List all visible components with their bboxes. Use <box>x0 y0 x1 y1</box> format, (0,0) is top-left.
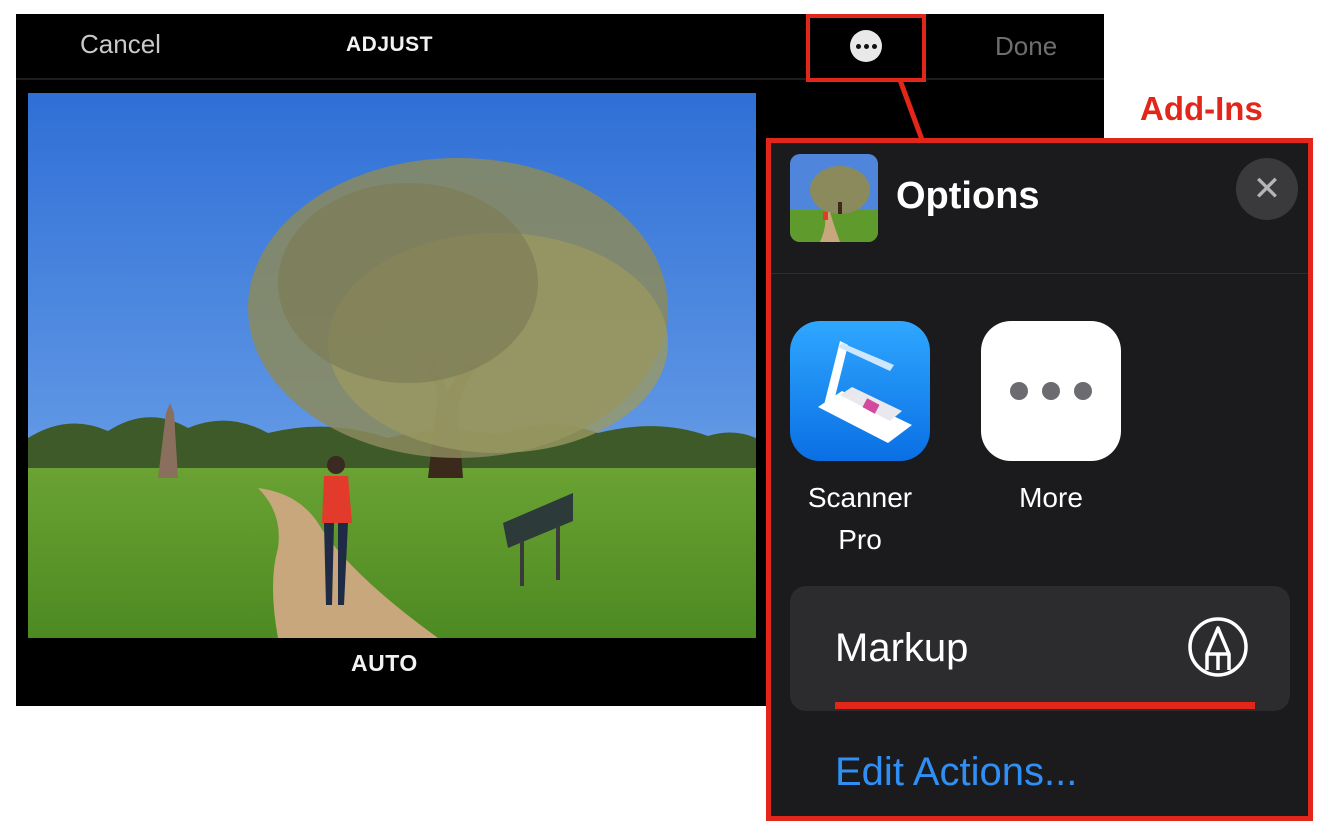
dot <box>1010 382 1028 400</box>
dot <box>1042 382 1060 400</box>
photo-thumbnail <box>790 154 878 242</box>
scanner-pro-icon[interactable] <box>790 321 930 461</box>
adjust-mode-title: ADJUST <box>346 33 434 56</box>
edited-photo <box>28 93 756 638</box>
editor-toolbar: Cancel ADJUST Done <box>16 14 1104 80</box>
options-sheet: Options ✕ Scanner Pro More Markup Edit A… <box>766 138 1313 821</box>
done-button[interactable]: Done <box>995 31 1057 62</box>
markup-underline <box>835 702 1255 709</box>
photo-image <box>28 93 756 638</box>
add-ins-callout-label: Add-Ins <box>1140 90 1263 127</box>
markup-action[interactable]: Markup <box>790 586 1290 711</box>
close-icon[interactable]: ✕ <box>1236 158 1298 220</box>
cancel-button[interactable]: Cancel <box>80 29 161 60</box>
scanner-glyph <box>818 341 912 443</box>
dot <box>1074 382 1092 400</box>
markup-pen-icon <box>1188 617 1248 677</box>
edit-actions-link[interactable]: Edit Actions... <box>835 750 1077 795</box>
auto-enhance-label[interactable]: AUTO <box>351 650 418 677</box>
options-title: Options <box>896 175 1040 217</box>
options-header: Options ✕ <box>771 143 1308 274</box>
app-label-scanner-pro: Scanner Pro <box>807 482 913 555</box>
app-label-more: More <box>1019 482 1083 513</box>
markup-label: Markup <box>835 626 969 670</box>
thumbnail-image <box>790 154 878 242</box>
more-button-highlight <box>806 14 926 82</box>
more-icon[interactable] <box>981 321 1121 461</box>
